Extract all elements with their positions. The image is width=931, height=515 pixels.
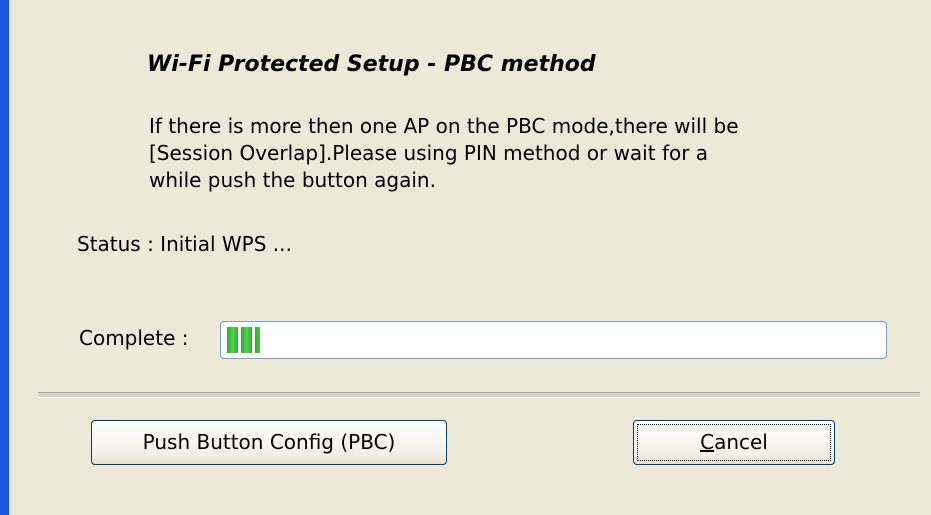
progress-bar — [220, 321, 887, 359]
cancel-button[interactable]: Cancel — [633, 420, 835, 465]
cancel-mnemonic: C — [700, 430, 715, 454]
description-line: while push the button again. — [149, 168, 436, 192]
description-line: If there is more then one AP on the PBC … — [149, 114, 739, 138]
wps-dialog: Wi-Fi Protected Setup - PBC method If th… — [0, 0, 931, 515]
complete-label: Complete : — [79, 326, 189, 350]
separator — [38, 392, 920, 398]
dialog-title: Wi-Fi Protected Setup - PBC method — [147, 52, 596, 77]
status-text: Status : Initial WPS ... — [77, 232, 292, 256]
cancel-label-rest: ancel — [714, 430, 768, 454]
progress-fill — [227, 327, 260, 353]
push-button-config-button[interactable]: Push Button Config (PBC) — [91, 420, 447, 465]
description-line: [Session Overlap].Please using PIN metho… — [149, 141, 709, 165]
description-text: If there is more then one AP on the PBC … — [149, 113, 839, 194]
